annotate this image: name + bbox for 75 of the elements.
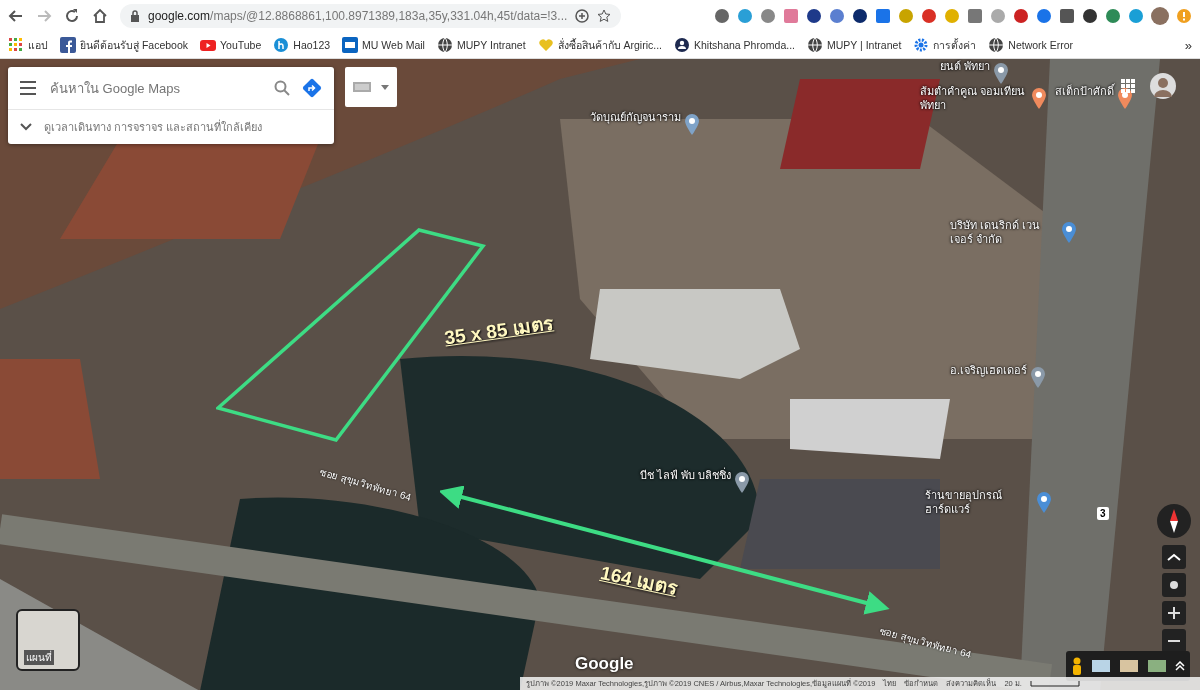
heart-icon [537,37,554,53]
extension-icon[interactable] [1082,8,1098,24]
hint-text[interactable]: ดูเวลาเดินทาง การจราจร และสถานที่ใกล้เคียง [44,118,263,136]
scale-bar-icon [1029,681,1080,687]
bookmark[interactable]: แอป [8,36,48,54]
extension-icon[interactable] [852,8,868,24]
chevron-down-icon[interactable] [20,123,32,131]
bookmark[interactable]: Khitshana Phromda... [674,37,795,53]
search-icon[interactable] [274,80,290,96]
place-label: ส้มตำคำคูณ จอมเทียน พัทยา [920,85,1027,113]
bookmark[interactable]: การตั้งค่า [913,36,977,54]
location-icon[interactable] [1162,573,1186,597]
imagery-thumbnail[interactable] [1092,660,1111,672]
mail-icon [342,37,359,53]
globe-icon [436,37,453,53]
url-text: google.com/maps/@12.8868861,100.8971389,183a,35y,331.04h,45t/data=!3... [148,9,568,23]
tilt-icon[interactable] [1162,545,1186,569]
map-pin-icon[interactable] [684,113,700,135]
place-label: บริษัท เดนริกด์ เวนเจอร์ จำกัด [950,219,1042,247]
bookmark[interactable]: Hao123 [273,37,331,53]
bookmark[interactable]: สั่งซื้อสินค้ากับ Argiric... [537,36,662,54]
map-layer-thumbnail[interactable]: แผนที่ [16,609,80,671]
bookmark[interactable]: ยินดีต้อนรับสู่ Facebook [60,36,189,54]
search-field[interactable]: ค้นหาใน Google Maps [48,79,262,97]
distance-label: 164 เมตร [597,561,681,601]
layer-icon [353,82,371,92]
extension-icon[interactable] [714,8,730,24]
more-bookmarks-button[interactable]: » [1184,37,1192,53]
lock-icon [130,10,140,22]
place-label: บีช ไลฟ์ พับ บลิชชิ่ง [640,469,732,483]
compass-icon[interactable] [1156,503,1192,539]
apps-grid-icon [8,37,24,53]
bookmark[interactable]: MU Web Mail [342,37,425,53]
avatar-icon[interactable] [1151,7,1169,25]
map-pin-icon[interactable] [993,62,1010,84]
map-pin-icon[interactable] [1031,87,1047,109]
extension-icon[interactable] [806,8,822,24]
pegman-icon[interactable] [1070,657,1083,675]
map-pin-icon[interactable] [734,471,751,493]
zoom-out-icon[interactable] [1162,629,1186,653]
bookmark[interactable]: MUPY Intranet [436,37,526,53]
apps-grid-icon[interactable] [1121,79,1135,93]
place-label: อ.เจริญเฮดเดอร์ [950,364,1028,378]
place-label: ยนต์ พัทยา [940,60,991,74]
star-icon[interactable] [597,9,612,23]
address-bar[interactable]: google.com/maps/@12.8868861,100.8971389,183a,35y,331.04h,45t/data=!3... [120,4,622,28]
extension-icon[interactable] [1059,8,1075,24]
imagery-thumbnail[interactable] [1120,660,1138,672]
plot-size-label: 35 x 85 เมตร [442,311,556,351]
google-logo: Google [575,654,634,674]
bookmark[interactable]: YouTube [200,37,262,53]
globe-icon [988,37,1005,53]
person-icon [674,37,690,53]
place-label: วัดบุณย์กัญจนาราม [590,111,681,125]
h-logo-icon [273,37,290,53]
globe-icon [807,37,823,53]
place-label: ร้านขายอุปกรณ์ ฮาร์ดแวร์ [925,489,1003,517]
home-icon[interactable] [92,8,108,24]
zoom-in-icon[interactable] [1162,601,1186,625]
back-icon[interactable] [8,8,24,24]
youtube-icon [200,37,217,53]
expand-icon[interactable] [1175,661,1186,671]
menu-icon[interactable] [20,81,36,95]
caret-icon [381,84,389,90]
avatar-icon[interactable] [1150,73,1176,99]
imagery-thumbnail[interactable] [1147,660,1166,672]
thumbnail-label: แผนที่ [24,650,54,665]
bookmark[interactable]: MUPY | Intranet [807,37,902,53]
reload-icon[interactable] [64,8,80,24]
facebook-icon [60,37,76,53]
bookmark[interactable]: Network Error [988,37,1074,53]
place-label: สเต็กป้าศักดิ์ [1055,85,1114,99]
add-icon[interactable] [575,9,590,23]
gear-icon [913,37,930,53]
route-shield: 3 [1097,507,1109,520]
